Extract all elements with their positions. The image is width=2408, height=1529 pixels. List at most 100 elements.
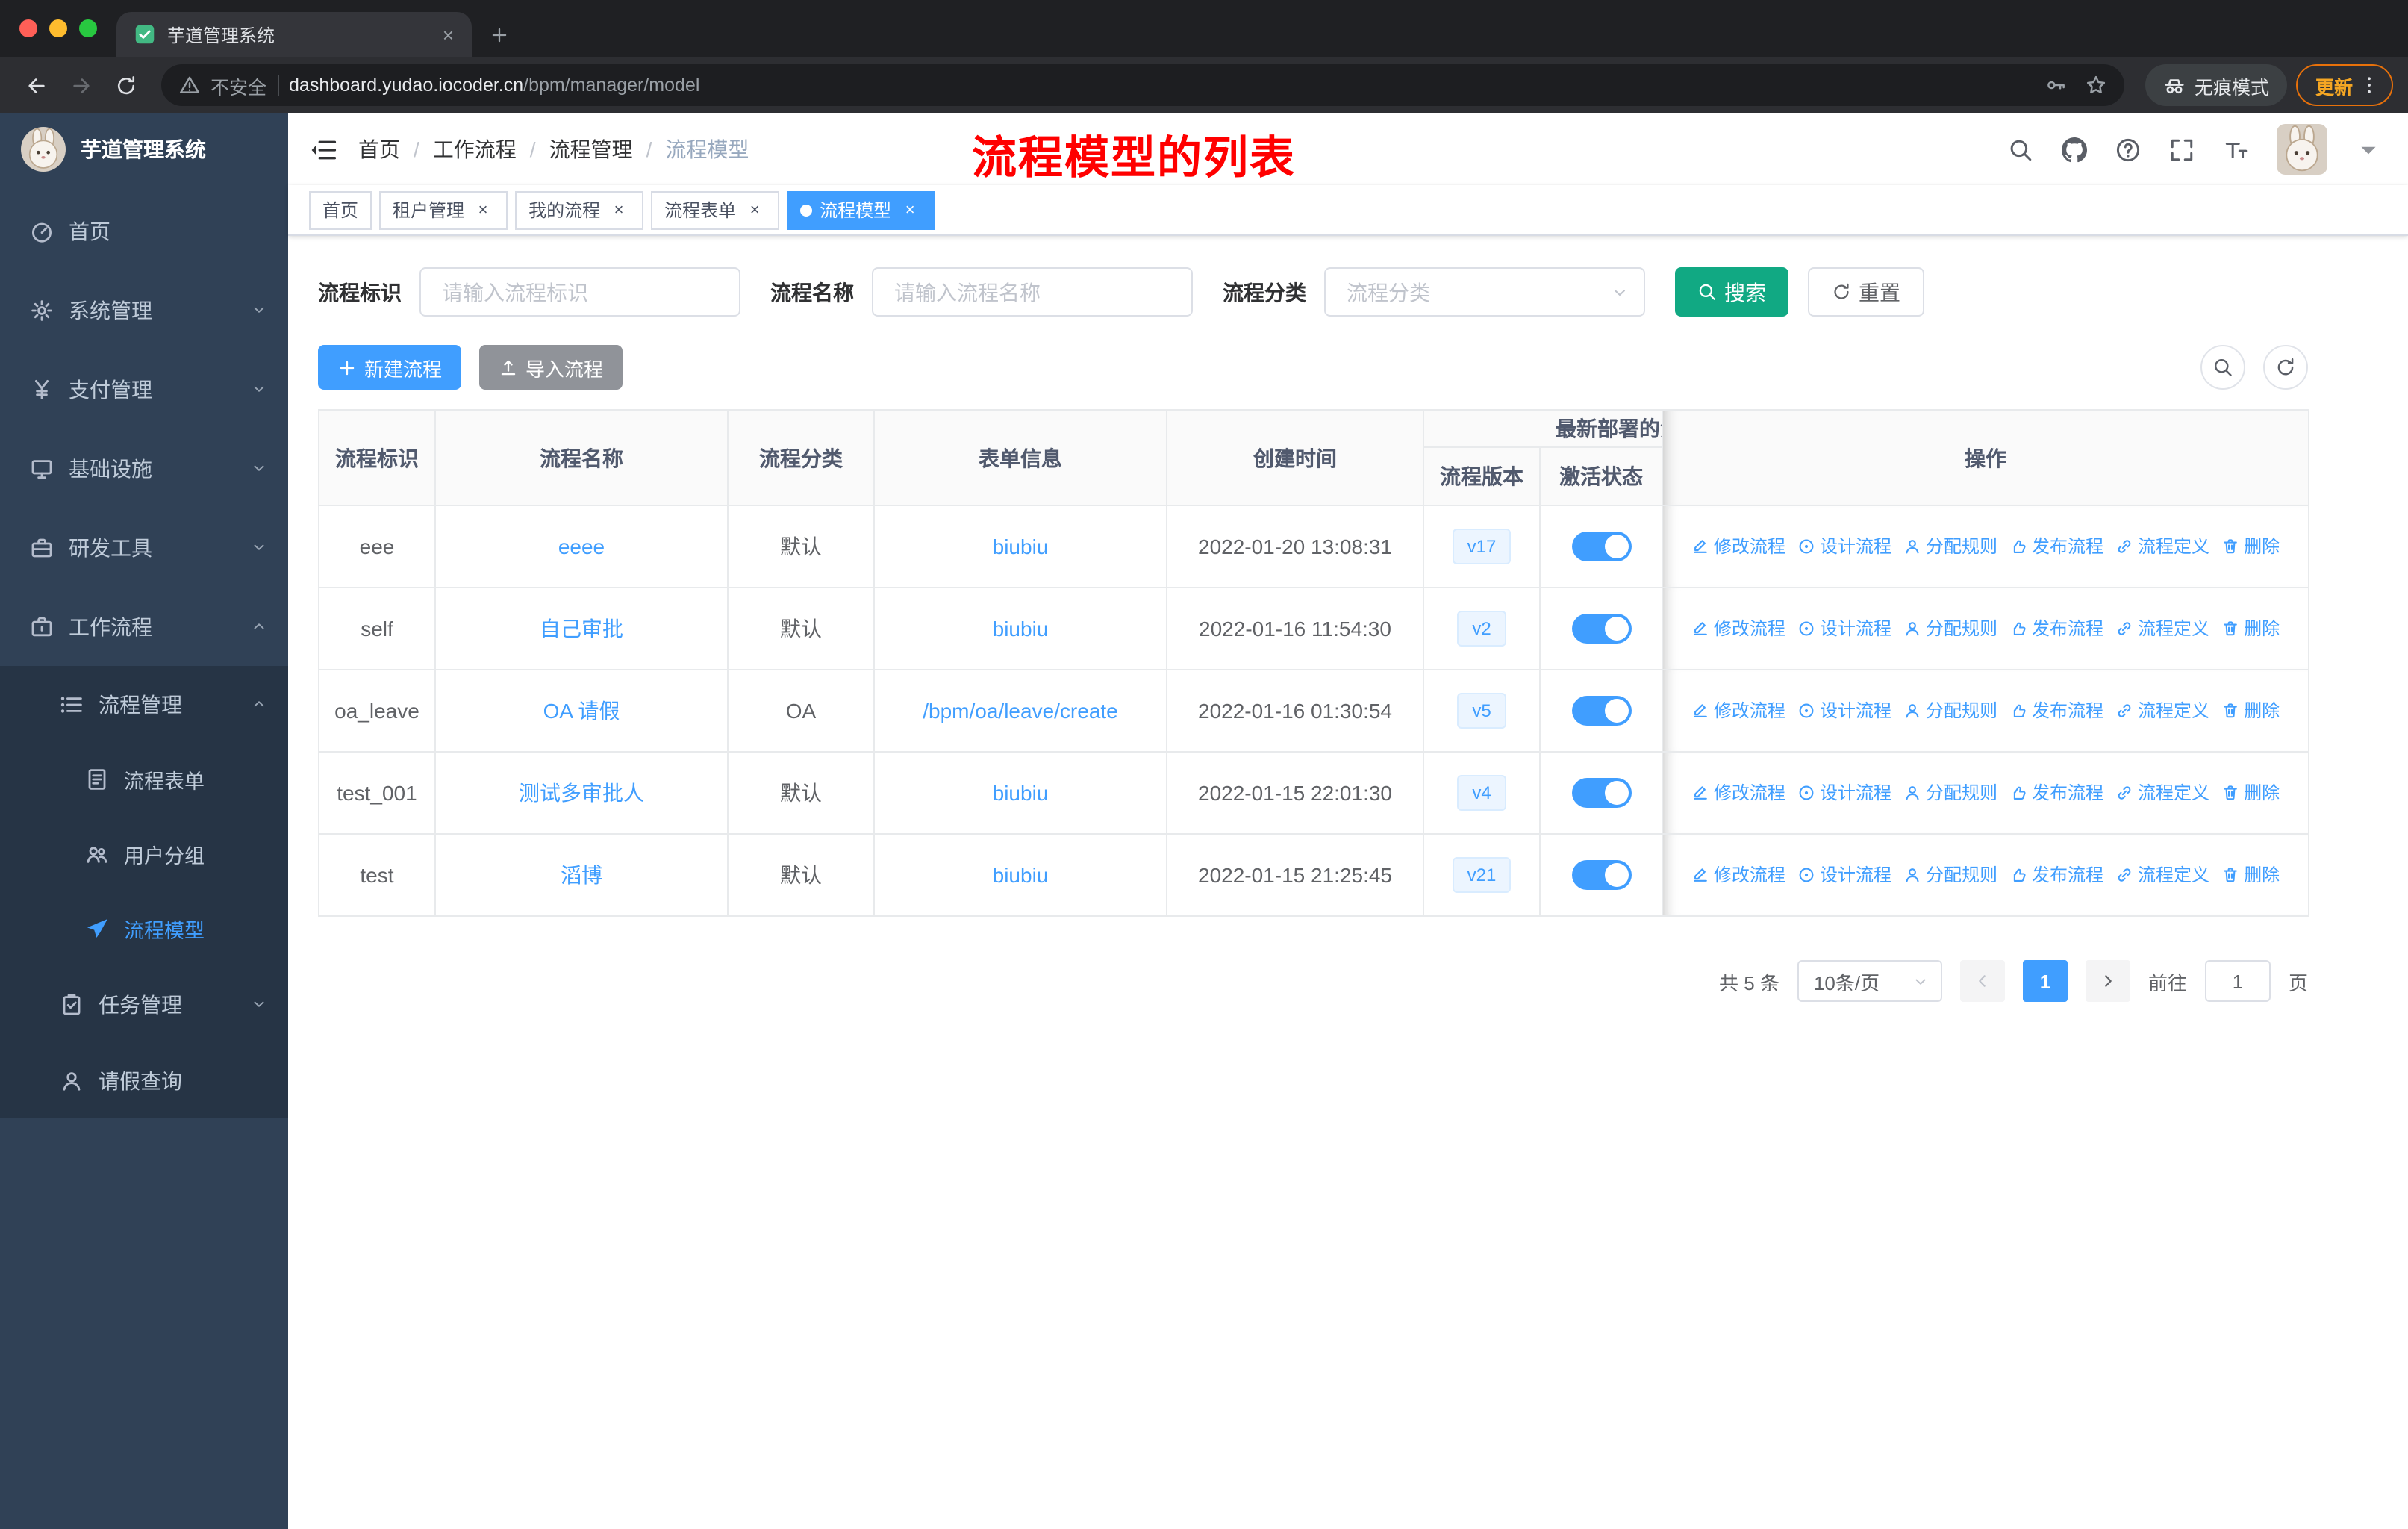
window-minimize-button[interactable] xyxy=(49,19,67,37)
process-name-link[interactable]: 测试多审批人 xyxy=(519,781,644,805)
op-assign-link[interactable]: 分配规则 xyxy=(1903,616,1997,641)
refresh-table-button[interactable] xyxy=(2263,345,2308,390)
op-design-link[interactable]: 设计流程 xyxy=(1797,862,1891,888)
sidebar-item[interactable]: 支付管理 xyxy=(0,349,288,429)
op-publish-link[interactable]: 发布流程 xyxy=(2009,616,2103,641)
form-link[interactable]: biubiu xyxy=(993,781,1049,805)
op-design-link[interactable]: 设计流程 xyxy=(1797,698,1891,723)
process-key-input[interactable] xyxy=(419,267,740,317)
sidebar-item[interactable]: 任务管理 xyxy=(0,966,288,1042)
window-close-button[interactable] xyxy=(19,19,37,37)
search-icon[interactable] xyxy=(2008,137,2033,162)
question-icon[interactable] xyxy=(2115,137,2141,162)
active-toggle[interactable] xyxy=(1571,778,1631,808)
page-number-button[interactable]: 1 xyxy=(2022,960,2068,1002)
form-link[interactable]: /bpm/oa/leave/create xyxy=(923,699,1118,723)
tab-close-icon[interactable]: × xyxy=(443,23,454,46)
sidebar-item[interactable]: 研发工具 xyxy=(0,508,288,587)
breadcrumb-item[interactable]: 首页 xyxy=(358,134,400,164)
process-name-link[interactable]: 滔博 xyxy=(561,863,602,887)
sidebar-item[interactable]: 基础设施 xyxy=(0,429,288,508)
show-search-button[interactable] xyxy=(2200,345,2245,390)
active-toggle[interactable] xyxy=(1571,696,1631,726)
op-assign-link[interactable]: 分配规则 xyxy=(1903,534,1997,559)
op-delete-link[interactable]: 删除 xyxy=(2221,534,2280,559)
op-design-link[interactable]: 设计流程 xyxy=(1797,534,1891,559)
more-vertical-icon[interactable] xyxy=(2359,75,2380,96)
op-publish-link[interactable]: 发布流程 xyxy=(2009,534,2103,559)
active-toggle[interactable] xyxy=(1571,532,1631,561)
sidebar-item[interactable]: 工作流程 xyxy=(0,587,288,666)
search-button[interactable]: 搜索 xyxy=(1675,267,1788,317)
process-name-link[interactable]: 自己审批 xyxy=(540,617,623,641)
new-tab-button[interactable] xyxy=(490,25,509,45)
op-delete-link[interactable]: 删除 xyxy=(2221,698,2280,723)
breadcrumb-item[interactable]: 流程管理 xyxy=(549,134,633,164)
goto-page-input[interactable] xyxy=(2204,960,2271,1002)
tag-close-icon[interactable]: × xyxy=(899,199,921,221)
op-delete-link[interactable]: 删除 xyxy=(2221,780,2280,806)
op-definition-link[interactable]: 流程定义 xyxy=(2115,780,2209,806)
op-assign-link[interactable]: 分配规则 xyxy=(1903,698,1997,723)
sidebar-item[interactable]: 流程管理 xyxy=(0,666,288,742)
tag-close-icon[interactable]: × xyxy=(743,199,766,221)
op-definition-link[interactable]: 流程定义 xyxy=(2115,616,2209,641)
prev-page-button[interactable] xyxy=(1959,960,2005,1002)
tag-close-icon[interactable]: × xyxy=(608,199,630,221)
op-publish-link[interactable]: 发布流程 xyxy=(2009,698,2103,723)
active-toggle[interactable] xyxy=(1571,614,1631,644)
op-design-link[interactable]: 设计流程 xyxy=(1797,616,1891,641)
fontsize-icon[interactable] xyxy=(2223,137,2248,162)
sidebar-item[interactable]: 用户分组 xyxy=(0,817,288,891)
reset-button[interactable]: 重置 xyxy=(1808,267,1924,317)
tag-item[interactable]: 首页 xyxy=(309,190,372,229)
browser-update-button[interactable]: 更新 xyxy=(2295,64,2393,106)
window-zoom-button[interactable] xyxy=(79,19,97,37)
process-name-link[interactable]: OA 请假 xyxy=(543,699,620,723)
key-icon[interactable] xyxy=(2045,75,2066,96)
tag-close-icon[interactable]: × xyxy=(472,199,494,221)
sidebar-item[interactable]: 系统管理 xyxy=(0,270,288,349)
back-icon[interactable] xyxy=(15,64,57,106)
op-definition-link[interactable]: 流程定义 xyxy=(2115,534,2209,559)
sidebar-item[interactable]: 首页 xyxy=(0,191,288,270)
op-publish-link[interactable]: 发布流程 xyxy=(2009,780,2103,806)
address-bar[interactable]: 不安全 dashboard.yudao.iocoder.cn/bpm/manag… xyxy=(161,64,2124,106)
op-definition-link[interactable]: 流程定义 xyxy=(2115,698,2209,723)
create-process-button[interactable]: 新建流程 xyxy=(318,345,462,390)
reload-icon[interactable] xyxy=(105,64,146,106)
process-name-input[interactable] xyxy=(872,267,1193,317)
op-definition-link[interactable]: 流程定义 xyxy=(2115,862,2209,888)
sidebar-item[interactable]: 请假查询 xyxy=(0,1042,288,1118)
op-edit-link[interactable]: 修改流程 xyxy=(1691,534,1785,559)
form-link[interactable]: biubiu xyxy=(993,535,1049,558)
star-icon[interactable] xyxy=(2086,75,2106,96)
tag-item[interactable]: 租户管理 × xyxy=(379,190,508,229)
category-select[interactable]: 流程分类 xyxy=(1324,267,1645,317)
op-edit-link[interactable]: 修改流程 xyxy=(1691,862,1785,888)
user-avatar[interactable] xyxy=(2277,124,2327,175)
github-icon[interactable] xyxy=(2062,137,2087,162)
op-assign-link[interactable]: 分配规则 xyxy=(1903,780,1997,806)
tag-item[interactable]: 流程模型 × xyxy=(787,190,935,229)
active-toggle[interactable] xyxy=(1571,860,1631,890)
op-delete-link[interactable]: 删除 xyxy=(2221,616,2280,641)
op-publish-link[interactable]: 发布流程 xyxy=(2009,862,2103,888)
op-edit-link[interactable]: 修改流程 xyxy=(1691,616,1785,641)
page-size-select[interactable]: 10条/页 xyxy=(1797,960,1942,1002)
form-link[interactable]: biubiu xyxy=(993,863,1049,887)
browser-tab[interactable]: 芋道管理系统 × xyxy=(116,12,472,57)
fullscreen-icon[interactable] xyxy=(2169,137,2195,162)
op-edit-link[interactable]: 修改流程 xyxy=(1691,698,1785,723)
next-page-button[interactable] xyxy=(2085,960,2130,1002)
import-process-button[interactable]: 导入流程 xyxy=(479,345,623,390)
tag-item[interactable]: 流程表单 × xyxy=(651,190,780,229)
op-delete-link[interactable]: 删除 xyxy=(2221,862,2280,888)
forward-icon[interactable] xyxy=(60,64,102,106)
sidebar-item[interactable]: 流程模型 xyxy=(0,891,288,966)
tag-item[interactable]: 我的流程 × xyxy=(515,190,644,229)
process-name-link[interactable]: eeee xyxy=(558,535,605,558)
breadcrumb-item[interactable]: 工作流程 xyxy=(433,134,517,164)
sidebar-toggle-icon[interactable] xyxy=(309,135,337,164)
op-design-link[interactable]: 设计流程 xyxy=(1797,780,1891,806)
